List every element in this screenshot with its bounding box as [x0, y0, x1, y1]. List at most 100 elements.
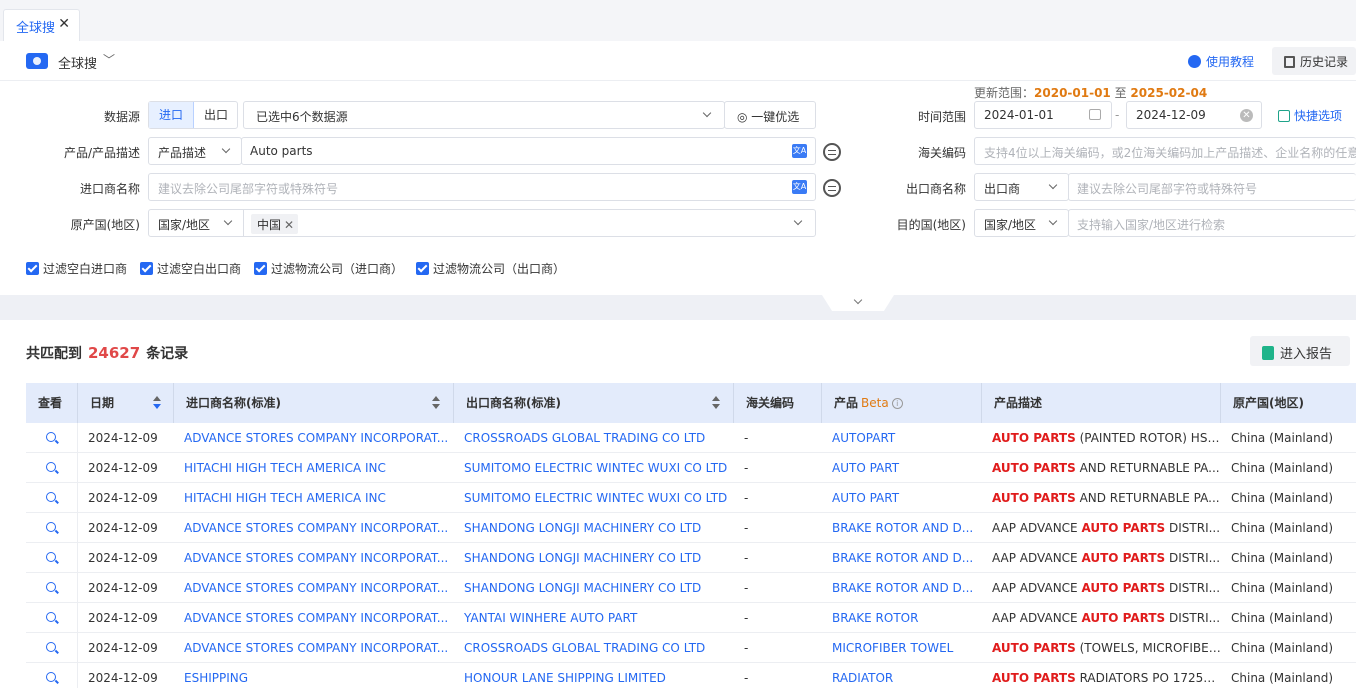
desc-text: DISTRI... [1165, 521, 1221, 535]
filter-logistics-exporter-checkbox[interactable]: 过滤物流公司（出口商） [416, 260, 565, 277]
cell-product-link[interactable]: RADIATOR [822, 663, 982, 688]
cell-product-link[interactable]: BRAKE ROTOR [822, 603, 982, 633]
cell-product-link[interactable]: MICROFIBER TOWEL [822, 633, 982, 663]
clear-icon[interactable]: ✕ [1240, 109, 1253, 122]
cell-exporter-link[interactable]: HONOUR LANE SHIPPING LIMITED [454, 663, 734, 688]
import-export-toggle: 进口 出口 [148, 101, 238, 129]
col-date[interactable]: 日期 [78, 383, 174, 423]
cell-product-link[interactable]: BRAKE ROTOR AND D... [822, 543, 982, 573]
synonym-icon[interactable] [823, 179, 841, 197]
filter-empty-exporter-checkbox[interactable]: 过滤空白出口商 [140, 260, 241, 277]
product-input[interactable]: Auto parts 文A [241, 137, 816, 165]
datasource-select[interactable]: 已选中6个数据源 [243, 101, 725, 129]
desc-highlight: AUTO PARTS [992, 461, 1076, 475]
cell-importer-link[interactable]: HITACHI HIGH TECH AMERICA INC [174, 453, 454, 483]
cell-exporter-link[interactable]: CROSSROADS GLOBAL TRADING CO LTD [454, 423, 734, 453]
view-detail-icon[interactable] [46, 582, 56, 592]
desc-highlight: AUTO PARTS [1081, 581, 1166, 595]
quick-options-link[interactable]: 快捷选项 [1278, 107, 1342, 124]
desc-text: AAP ADVANCE [992, 551, 1082, 565]
cell-exporter-link[interactable]: SHANDONG LONGJI MACHINERY CO LTD [454, 543, 734, 573]
table-row[interactable]: 2024-12-09 ADVANCE STORES COMPANY INCORPO… [26, 603, 1356, 633]
cell-importer-link[interactable]: ADVANCE STORES COMPANY INCORPORAT... [174, 573, 454, 603]
view-detail-icon[interactable] [46, 672, 56, 682]
table-row[interactable]: 2024-12-09 HITACHI HIGH TECH AMERICA INC S… [26, 453, 1356, 483]
col-importer[interactable]: 进口商名称(标准) [174, 383, 454, 423]
cell-date: 2024-12-09 [88, 611, 158, 625]
view-detail-icon[interactable] [46, 642, 56, 652]
importer-input[interactable]: 建议去除公司尾部字符或特殊符号 文A [148, 173, 816, 201]
cell-exporter-link[interactable]: YANTAI WINHERE AUTO PART [454, 603, 734, 633]
info-icon[interactable]: i [891, 398, 903, 409]
cell-product-link[interactable]: BRAKE ROTOR AND D... [822, 573, 982, 603]
table-row[interactable]: 2024-12-09 ADVANCE STORES COMPANY INCORPO… [26, 513, 1356, 543]
page-title[interactable]: 全球搜 [58, 53, 97, 72]
view-detail-icon[interactable] [46, 612, 56, 622]
cell-product-link[interactable]: AUTO PART [822, 453, 982, 483]
cell-exporter-link[interactable]: CROSSROADS GLOBAL TRADING CO LTD [454, 633, 734, 663]
chevron-down-icon[interactable]: ﹀ [103, 51, 115, 68]
cell-importer-link[interactable]: ADVANCE STORES COMPANY INCORPORAT... [174, 423, 454, 453]
cell-exporter-link[interactable]: SUMITOMO ELECTRIC WINTEC WUXI CO LTD [454, 483, 734, 513]
table-row[interactable]: 2024-12-09 ESHIPPING HONOUR LANE SHIPPING … [26, 663, 1356, 688]
exporter-type-select[interactable]: 出口商 [974, 173, 1069, 201]
view-detail-icon[interactable] [46, 462, 56, 472]
cell-date: 2024-12-09 [88, 671, 158, 685]
hscode-input[interactable]: 支持4位以上海关编码，或2位海关编码加上产品描述、企业名称的任意 [974, 137, 1356, 165]
origin-type-value: 国家/地区 [158, 218, 211, 232]
close-icon[interactable]: ✕ [284, 218, 294, 232]
cell-exporter-link[interactable]: SHANDONG LONGJI MACHINERY CO LTD [454, 573, 734, 603]
translate-icon[interactable]: 文A [792, 144, 807, 158]
tab-global-search[interactable]: 全球搜 ✕ [3, 9, 80, 41]
view-detail-icon[interactable] [46, 492, 56, 502]
tutorial-link[interactable]: 使用教程 [1188, 53, 1254, 70]
destination-type-select[interactable]: 国家/地区 [974, 209, 1069, 237]
col-description: 产品描述 [982, 383, 1221, 423]
table-row[interactable]: 2024-12-09 ADVANCE STORES COMPANY INCORPO… [26, 543, 1356, 573]
quick-options-label: 快捷选项 [1294, 109, 1343, 123]
enter-report-button[interactable]: 进入报告 [1250, 336, 1350, 366]
view-detail-icon[interactable] [46, 432, 56, 442]
export-button[interactable]: 出口 [194, 102, 238, 128]
table-row[interactable]: 2024-12-09 ADVANCE STORES COMPANY INCORPO… [26, 423, 1356, 453]
cell-product-link[interactable]: AUTOPART [822, 423, 982, 453]
sort-icon[interactable] [712, 396, 720, 410]
cell-description: AUTO PARTS RADIATORS PO 17252... [982, 663, 1221, 688]
product-type-select[interactable]: 产品描述 [148, 137, 242, 165]
count-prefix: 共匹配到 [26, 346, 82, 362]
origin-select[interactable]: 国家/地区 中国 ✕ [148, 209, 816, 237]
cell-product-link[interactable]: BRAKE ROTOR AND D... [822, 513, 982, 543]
cell-exporter-link[interactable]: SHANDONG LONGJI MACHINERY CO LTD [454, 513, 734, 543]
cell-importer-link[interactable]: ADVANCE STORES COMPANY INCORPORAT... [174, 513, 454, 543]
one-click-optimize-button[interactable]: ◎ 一键优选 [724, 101, 816, 129]
view-detail-icon[interactable] [46, 552, 56, 562]
filter-empty-importer-checkbox[interactable]: 过滤空白进口商 [26, 260, 127, 277]
history-button[interactable]: 历史记录 [1272, 47, 1356, 75]
cell-importer-link[interactable]: ADVANCE STORES COMPANY INCORPORAT... [174, 633, 454, 663]
cell-product-link[interactable]: AUTO PART [822, 483, 982, 513]
cell-importer-link[interactable]: ADVANCE STORES COMPANY INCORPORAT... [174, 603, 454, 633]
synonym-icon[interactable] [823, 143, 841, 161]
cell-importer-link[interactable]: ESHIPPING [174, 663, 454, 688]
view-detail-icon[interactable] [46, 522, 56, 532]
exporter-input[interactable]: 建议去除公司尾部字符或特殊符号 [1068, 173, 1356, 201]
collapse-filters-button[interactable] [822, 295, 894, 311]
cell-importer-link[interactable]: HITACHI HIGH TECH AMERICA INC [174, 483, 454, 513]
cell-importer-link[interactable]: ADVANCE STORES COMPANY INCORPORAT... [174, 543, 454, 573]
sort-icon[interactable] [153, 396, 161, 410]
date-to-input[interactable]: 2024-12-09 ✕ [1126, 101, 1262, 129]
cell-date: 2024-12-09 [88, 491, 158, 505]
import-button[interactable]: 进口 [149, 102, 194, 128]
cell-hscode: - [744, 551, 749, 565]
sort-icon[interactable] [432, 396, 440, 410]
table-row[interactable]: 2024-12-09 ADVANCE STORES COMPANY INCORPO… [26, 573, 1356, 603]
filter-logistics-importer-checkbox[interactable]: 过滤物流公司（进口商） [254, 260, 403, 277]
translate-icon[interactable]: 文A [792, 180, 807, 194]
close-icon[interactable]: ✕ [58, 16, 70, 32]
date-from-input[interactable]: 2024-01-01 [974, 101, 1112, 129]
table-row[interactable]: 2024-12-09 ADVANCE STORES COMPANY INCORPO… [26, 633, 1356, 663]
cell-exporter-link[interactable]: SUMITOMO ELECTRIC WINTEC WUXI CO LTD [454, 453, 734, 483]
destination-input[interactable]: 支持输入国家/地区进行检索 [1068, 209, 1356, 237]
table-row[interactable]: 2024-12-09 HITACHI HIGH TECH AMERICA INC S… [26, 483, 1356, 513]
col-exporter[interactable]: 出口商名称(标准) [454, 383, 734, 423]
